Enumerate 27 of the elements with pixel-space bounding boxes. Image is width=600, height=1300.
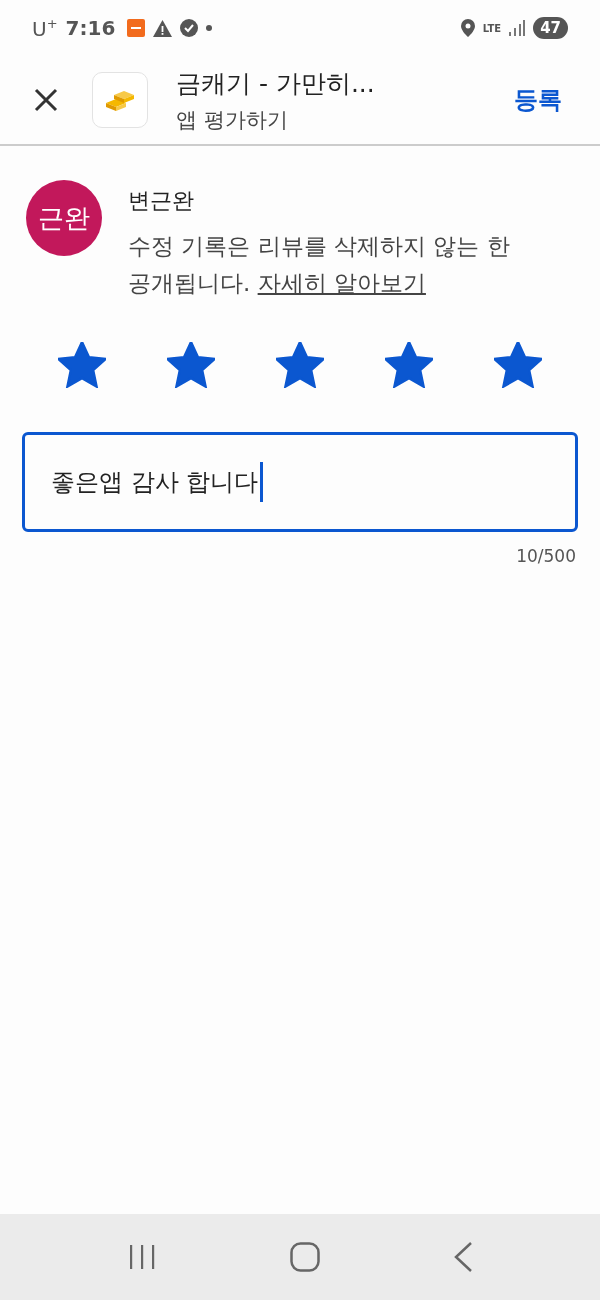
review-input-field[interactable]: 좋은앱 감사 합니다	[22, 431, 578, 532]
home-icon[interactable]	[290, 1242, 320, 1272]
check-circle-icon	[180, 19, 199, 37]
star-icon[interactable]	[167, 341, 215, 388]
submit-button[interactable]: 등록	[500, 76, 576, 124]
close-icon	[34, 88, 58, 112]
star-icon[interactable]	[385, 341, 433, 388]
user-name: 변근완	[128, 187, 195, 215]
page-subtitle: 앱 평가하기	[176, 106, 289, 134]
network-label: LTE	[482, 22, 502, 34]
battery-indicator: 47	[533, 17, 568, 39]
notice-text: 수정 기록은 리뷰를 삭제하지 않는 한 공개됩니다. 자세히 알아보기	[128, 232, 511, 298]
location-icon	[460, 19, 475, 37]
status-time: 7:16	[65, 16, 116, 40]
character-counter: 10/500	[515, 544, 577, 566]
star-icon[interactable]	[58, 341, 106, 388]
app-title: 금캐기 - 가만히...	[176, 67, 376, 100]
back-icon[interactable]	[453, 1242, 474, 1272]
user-avatar: 근완	[26, 180, 102, 256]
shopping-app-icon	[127, 19, 146, 37]
star-icon[interactable]	[494, 341, 542, 388]
warning-icon	[153, 19, 173, 37]
signal-icon	[509, 20, 526, 36]
learn-more-link[interactable]: 자세히 알아보기	[257, 269, 426, 296]
dot-icon	[206, 25, 213, 31]
carrier-label: U$^{+}$	[32, 15, 58, 41]
star-icon[interactable]	[276, 341, 324, 388]
